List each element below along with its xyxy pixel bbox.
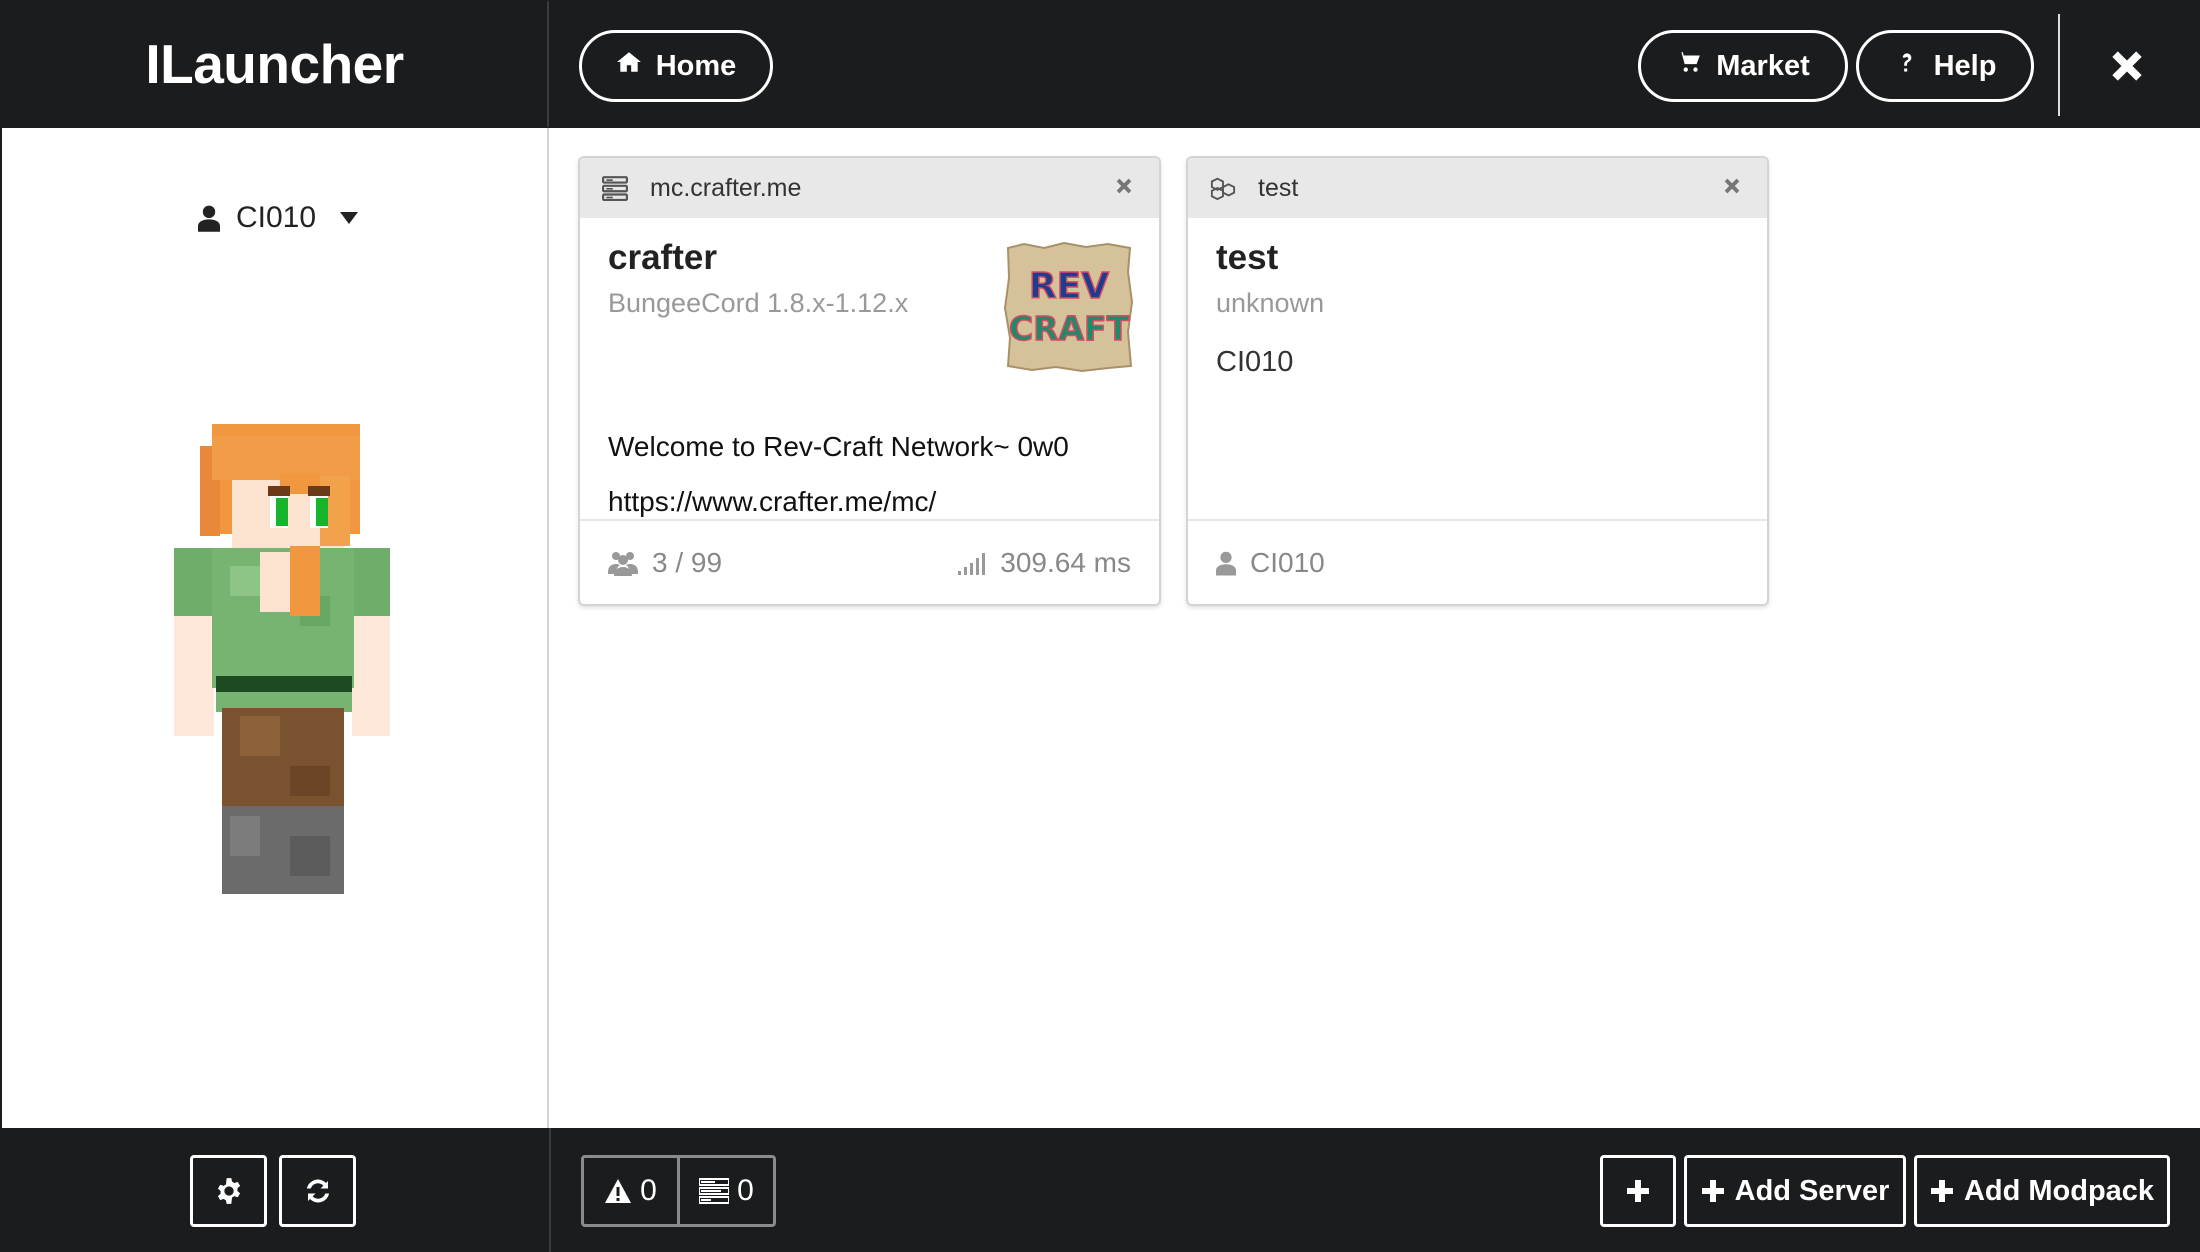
caret-down-icon [332,212,359,224]
server-icon [602,175,628,201]
status-counters: 0 0 [581,1155,776,1227]
cart-icon [1676,49,1702,83]
close-window-button[interactable] [2105,44,2149,88]
brand-area: ILauncher [0,0,549,128]
plus-icon [1930,1180,1953,1202]
bottom-bar: 0 0 Add Server Add Modpack [0,1128,2200,1252]
warnings-count: 0 [640,1174,657,1207]
server-ping: 309.64 ms [1000,546,1131,578]
modpack-author: CI010 [1216,346,1294,378]
plus-icon [1701,1180,1724,1202]
close-icon [2112,51,2142,81]
tasks-icon [699,1178,730,1204]
launcher-window: ILauncher Home Market Help CI010 mc.craf… [0,0,2200,1252]
modpack-version: unknown [1216,288,1325,318]
market-label: Market [1716,49,1810,82]
remove-card-button[interactable] [1721,175,1743,197]
user-icon [198,204,220,232]
server-url[interactable]: https://www.crafter.me/mc/ [608,486,936,518]
add-modpack-button[interactable]: Add Modpack [1914,1155,2170,1227]
header-divider [2058,14,2060,116]
modpack-card-test[interactable]: test test unknown CI010 CI010 [1186,156,1769,606]
add-button[interactable] [1600,1155,1676,1227]
warning-icon [605,1179,632,1203]
add-modpack-label: Add Modpack [1963,1174,2155,1207]
users-icon [608,550,638,576]
plus-icon [1627,1180,1649,1202]
server-motd: Welcome to Rev-Craft Network~ 0w0 [608,431,1069,462]
card-footer: 3 / 99 309.64 ms [580,519,1159,604]
card-header: mc.crafter.me [580,158,1159,218]
question-icon [1894,49,1920,83]
modpack-user: CI010 [1250,546,1325,578]
user-icon [1216,550,1236,576]
help-label: Help [1933,49,1997,82]
home-button[interactable]: Home [579,30,773,102]
server-card-crafter[interactable]: mc.crafter.me crafter BungeeCord 1.8.x-1… [578,156,1161,606]
card-header: test [1188,158,1767,218]
settings-button[interactable] [190,1155,267,1227]
tasks-counter[interactable]: 0 [677,1158,773,1224]
market-button[interactable]: Market [1638,30,1848,102]
server-logo: REV CRAFT [1004,242,1134,372]
card-host: mc.crafter.me [650,173,802,202]
username-label: CI010 [236,201,317,234]
logo-line-2: CRAFT [1009,309,1130,348]
close-icon [1116,178,1132,194]
remove-card-button[interactable] [1113,175,1135,197]
player-skin-preview [174,424,390,894]
card-host: test [1258,173,1299,202]
modpack-name: test [1216,238,1279,277]
card-footer: CI010 [1188,519,1767,604]
signal-icon [958,551,988,575]
cubes-icon [1210,175,1236,201]
add-server-label: Add Server [1734,1174,1890,1207]
home-icon [616,49,642,83]
logo-line-1: REV [1029,266,1109,307]
add-server-button[interactable]: Add Server [1684,1155,1906,1227]
warnings-counter[interactable]: 0 [584,1158,677,1224]
sidebar: CI010 [0,128,549,1128]
server-name: crafter [608,238,717,277]
server-version: BungeeCord 1.8.x-1.12.x [608,288,909,318]
user-dropdown[interactable]: CI010 [198,196,359,240]
tasks-count: 0 [737,1174,754,1207]
player-count: 3 / 99 [652,546,723,578]
help-button[interactable]: Help [1856,30,2034,102]
bottom-divider [549,1128,551,1252]
app-title: ILauncher [145,33,404,95]
home-label: Home [655,49,737,82]
refresh-icon [306,1179,329,1203]
gear-icon [217,1178,240,1204]
refresh-button[interactable] [279,1155,356,1227]
close-icon [1724,178,1740,194]
top-bar: ILauncher Home Market Help [0,0,2200,128]
